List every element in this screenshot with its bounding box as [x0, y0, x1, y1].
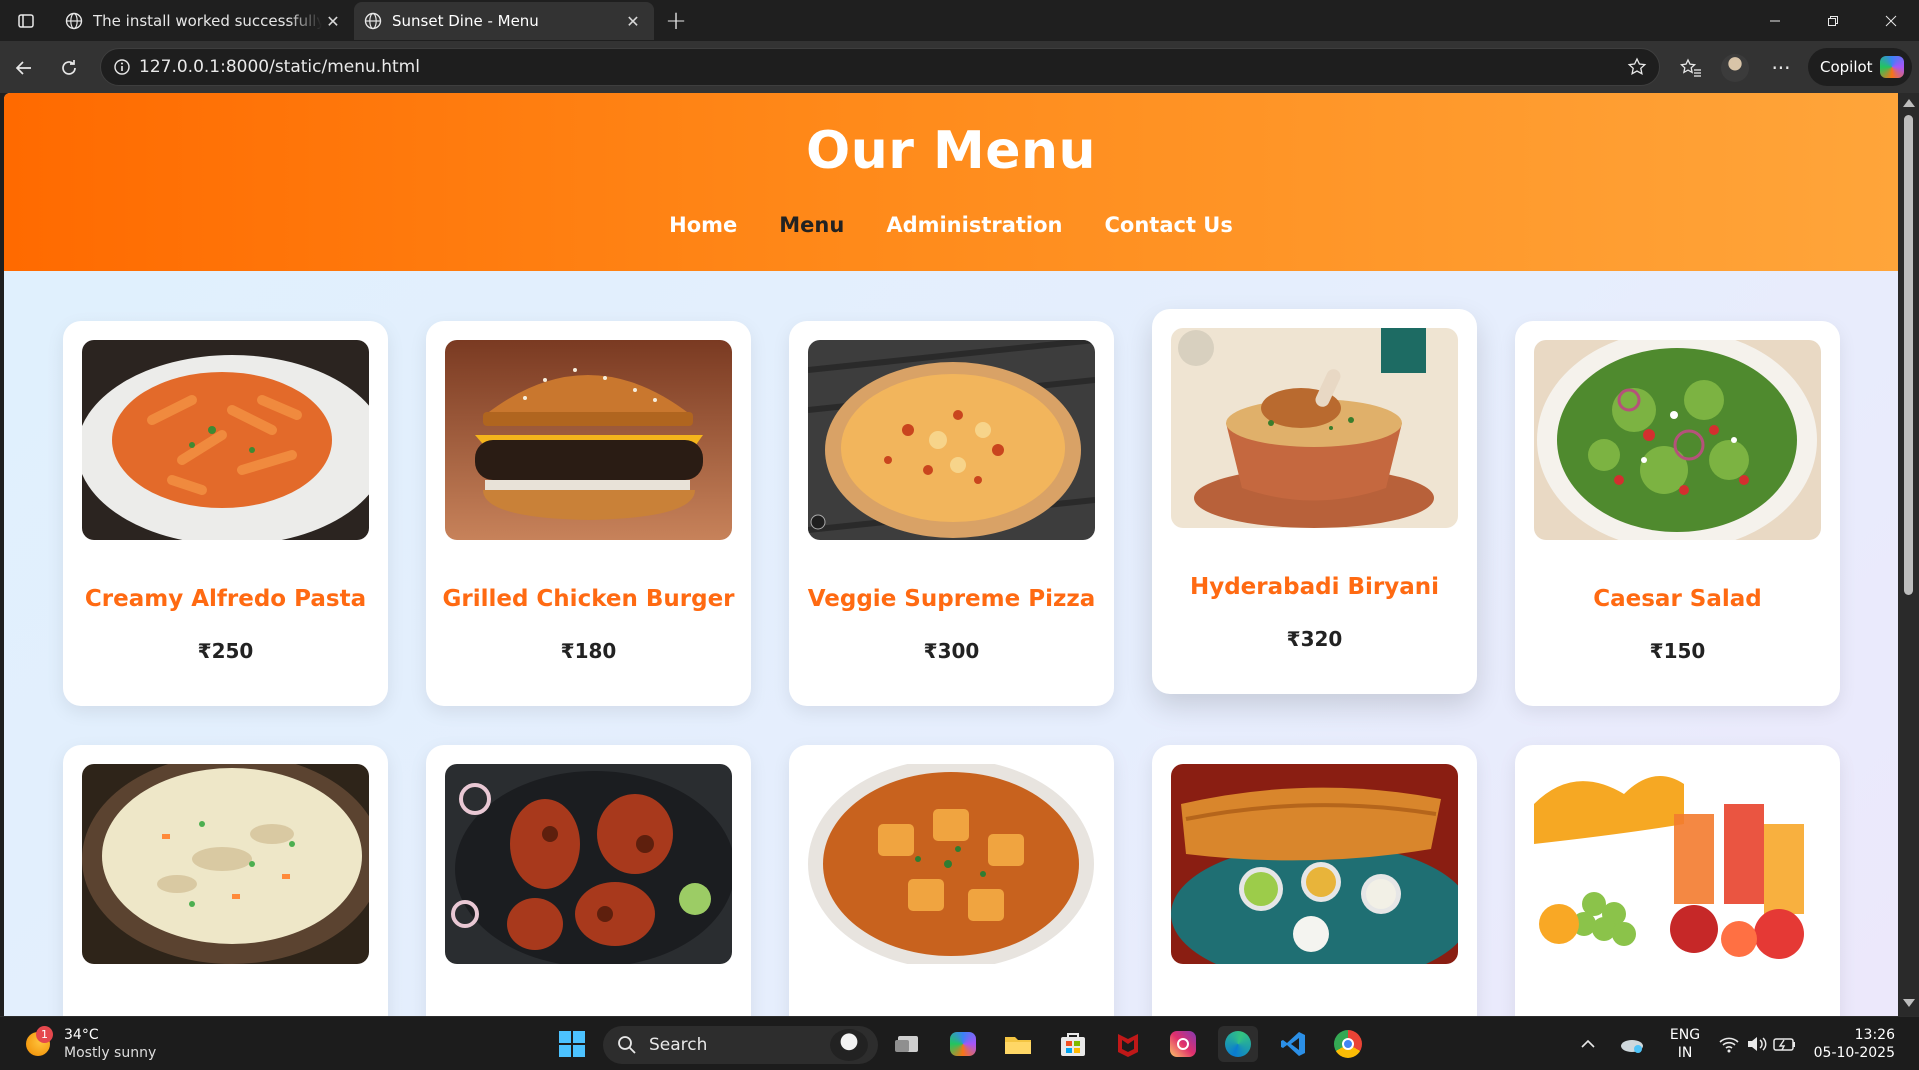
refresh-icon[interactable] [52, 51, 86, 85]
copilot-icon [1880, 56, 1904, 78]
globe-icon [364, 12, 382, 30]
weather-desc[interactable]: Mostly sunny [64, 1044, 156, 1062]
search-icon [618, 1036, 636, 1054]
menu-card[interactable]: Veggie Supreme Pizza ₹300 [789, 321, 1114, 706]
copilot-label: Copilot [1820, 58, 1873, 76]
dish-price: ₹320 [1286, 627, 1343, 651]
wifi-icon[interactable] [1715, 1026, 1743, 1062]
dish-price: ₹250 [197, 639, 254, 663]
biryani-photo [1171, 328, 1458, 528]
globe-icon [65, 12, 83, 30]
volume-icon[interactable] [1743, 1026, 1771, 1062]
chevron-up-icon[interactable] [1573, 1026, 1603, 1062]
mcafee-icon[interactable] [1108, 1026, 1148, 1062]
scroll-thumb[interactable] [1904, 115, 1913, 595]
menu-card[interactable]: Grilled Chicken Burger ₹180 [426, 321, 751, 706]
restore-icon[interactable] [1803, 0, 1863, 41]
close-tab-icon[interactable]: ✕ [622, 10, 644, 32]
copilot-app-icon[interactable] [943, 1026, 983, 1062]
scroll-down-icon[interactable] [1903, 999, 1915, 1007]
favorite-star-icon[interactable] [1627, 57, 1647, 77]
taskbar-search[interactable]: Search [603, 1026, 878, 1064]
dish-name: Hyderabadi Biryani [1189, 574, 1440, 600]
menu-card[interactable] [426, 745, 751, 1016]
edge-icon[interactable] [1218, 1026, 1258, 1062]
close-window-icon[interactable] [1861, 0, 1919, 41]
tab-actions-icon[interactable] [8, 6, 44, 36]
nav-home-link[interactable]: Home [669, 213, 737, 237]
browser-window: The install worked successfully! Co ✕ Su… [0, 0, 1919, 1070]
nav-administration-link[interactable]: Administration [886, 213, 1062, 237]
info-icon[interactable] [113, 58, 131, 76]
dish-name: Grilled Chicken Burger [442, 586, 735, 612]
tab-strip: The install worked successfully! Co ✕ Su… [0, 0, 1919, 41]
page-viewport: Our Menu Home Menu Administration Contac… [4, 93, 1898, 1016]
task-view-icon[interactable] [888, 1026, 928, 1062]
fruit-juice-photo [1534, 764, 1821, 964]
close-tab-icon[interactable]: ✕ [322, 10, 344, 32]
clock-date[interactable]: 05-10-2025 [1805, 1044, 1895, 1062]
menu-card[interactable]: Hyderabadi Biryani ₹320 [1152, 309, 1477, 694]
tab-install-success[interactable]: The install worked successfully! Co ✕ [55, 2, 354, 40]
search-label: Search [649, 1035, 708, 1055]
dosa-photo [1171, 764, 1458, 964]
nav-menu-link[interactable]: Menu [779, 213, 844, 237]
dish-name: Veggie Supreme Pizza [807, 586, 1096, 612]
menu-card[interactable]: Creamy Alfredo Pasta ₹250 [63, 321, 388, 706]
menu-card[interactable] [1515, 745, 1840, 1016]
site-nav: Home Menu Administration Contact Us [4, 213, 1898, 237]
language-line1[interactable]: ENG [1668, 1026, 1702, 1044]
clock-time[interactable]: 13:26 [1805, 1026, 1895, 1044]
paneer-curry-photo [808, 764, 1095, 964]
store-icon[interactable] [1053, 1026, 1093, 1062]
instagram-icon[interactable] [1163, 1026, 1203, 1062]
file-explorer-icon[interactable] [998, 1026, 1038, 1062]
tab-title: The install worked successfully! Co [93, 12, 322, 30]
chrome-icon[interactable] [1328, 1026, 1368, 1062]
scroll-up-icon[interactable] [1903, 99, 1915, 107]
menu-card[interactable] [1152, 745, 1477, 1016]
minimize-icon[interactable] [1745, 0, 1805, 41]
favorites-icon[interactable] [1674, 51, 1708, 85]
profile-avatar[interactable] [1718, 51, 1752, 85]
language-line2[interactable]: IN [1668, 1044, 1702, 1062]
dish-name: Caesar Salad [1593, 586, 1762, 612]
browser-toolbar: 127.0.0.1:8000/static/menu.html ··· Copi… [0, 41, 1919, 93]
menu-card[interactable] [63, 745, 388, 1016]
salad-photo [1534, 340, 1821, 540]
dish-price: ₹150 [1649, 639, 1706, 663]
tab-title: Sunset Dine - Menu [392, 12, 539, 30]
page-scrollbar[interactable] [1898, 93, 1919, 1016]
vscode-icon[interactable] [1273, 1026, 1313, 1062]
copilot-button[interactable]: Copilot [1808, 48, 1912, 86]
dish-name: Creamy Alfredo Pasta [84, 586, 367, 612]
pizza-photo [808, 340, 1095, 540]
new-tab-button[interactable]: + [658, 6, 694, 36]
more-options-icon[interactable]: ··· [1764, 51, 1798, 85]
dish-price: ₹300 [923, 639, 980, 663]
tandoori-chicken-photo [445, 764, 732, 964]
chicken-soup-photo [82, 764, 369, 964]
menu-card[interactable] [789, 745, 1114, 1016]
site-header: Our Menu Home Menu Administration Contac… [4, 93, 1898, 271]
taskbar: 1 34°C Mostly sunny Search ENG IN 13:26 … [0, 1016, 1919, 1070]
start-icon[interactable] [552, 1026, 592, 1062]
tab-sunset-dine-menu[interactable]: Sunset Dine - Menu ✕ [354, 2, 654, 40]
nav-contact-link[interactable]: Contact Us [1105, 213, 1233, 237]
menu-card[interactable]: Caesar Salad ₹150 [1515, 321, 1840, 706]
dish-price: ₹180 [560, 639, 617, 663]
page-title: Our Menu [805, 121, 1097, 181]
address-bar[interactable]: 127.0.0.1:8000/static/menu.html [100, 48, 1660, 86]
notification-badge: 1 [36, 1026, 53, 1043]
onedrive-icon[interactable] [1616, 1026, 1648, 1062]
url-text[interactable]: 127.0.0.1:8000/static/menu.html [139, 57, 420, 77]
battery-icon[interactable] [1771, 1026, 1799, 1062]
pasta-photo [82, 340, 369, 540]
search-highlight-icon [830, 1029, 868, 1061]
burger-photo [445, 340, 732, 540]
weather-temp[interactable]: 34°C [64, 1026, 99, 1044]
back-icon[interactable] [7, 51, 41, 85]
